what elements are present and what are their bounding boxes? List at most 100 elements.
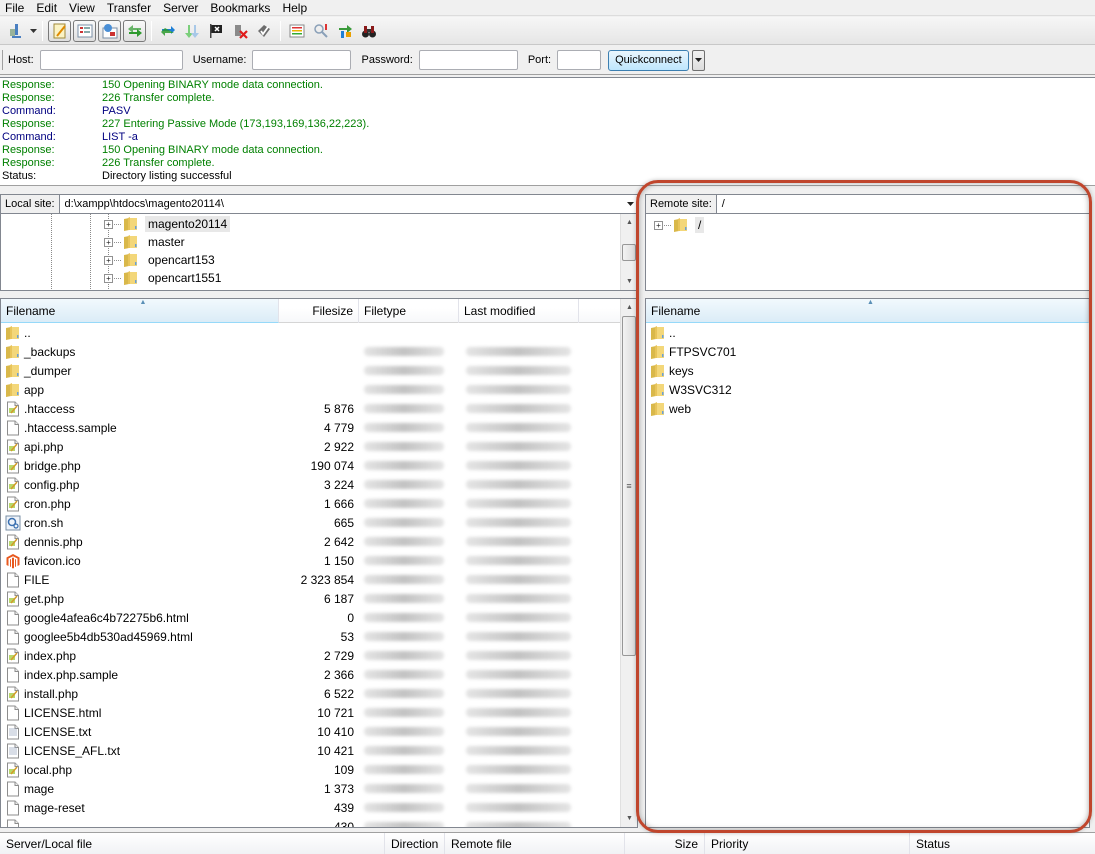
file-row[interactable]: mage-reset 439	[1, 798, 637, 817]
tree-node[interactable]: + magento20114	[104, 215, 231, 233]
tree-node[interactable]: + master	[104, 233, 188, 251]
file-row[interactable]: cron.sh 665	[1, 513, 637, 532]
quickconnect-button[interactable]: Quickconnect	[608, 49, 689, 71]
remote-tree[interactable]: + /	[645, 214, 1090, 291]
reconnect-button[interactable]	[253, 20, 275, 42]
tree-node[interactable]: + opencart1551	[104, 269, 224, 287]
site-manager-dropdown[interactable]	[28, 20, 38, 42]
queue-column-server-local-file[interactable]: Server/Local file	[0, 833, 385, 854]
disconnect-button[interactable]	[229, 20, 251, 42]
menu-transfer[interactable]: Transfer	[101, 0, 157, 16]
local-site-path[interactable]: d:\xampp\htdocs\magento20114\	[60, 198, 623, 210]
scroll-thumb[interactable]: ≡	[622, 316, 636, 656]
file-row[interactable]: ..	[1, 323, 637, 342]
folder-icon	[124, 253, 137, 267]
message-log[interactable]: Response: 150 Opening BINARY mode data co…	[0, 77, 1095, 186]
local-list-scrollbar[interactable]: ▲ ≡ ▼	[620, 299, 637, 827]
file-row[interactable]: .htaccess 5 876	[1, 399, 637, 418]
column-header-filename[interactable]: ▲ Filename	[646, 299, 1089, 323]
host-input[interactable]	[39, 50, 183, 70]
queue-column-remote-file[interactable]: Remote file	[445, 833, 625, 854]
file-row[interactable]: LICENSE.html 10 721	[1, 703, 637, 722]
scroll-down-arrow[interactable]: ▼	[621, 810, 637, 827]
scroll-thumb[interactable]	[622, 244, 636, 261]
scroll-up-arrow[interactable]: ▲	[621, 299, 637, 316]
menu-edit[interactable]: Edit	[30, 0, 63, 16]
file-row[interactable]: config.php 3 224	[1, 475, 637, 494]
queue-column-size[interactable]: Size	[625, 833, 705, 854]
file-row[interactable]: web	[646, 399, 1089, 418]
file-row[interactable]: dennis.php 2 642	[1, 532, 637, 551]
column-header-filename[interactable]: ▲ Filename	[1, 299, 279, 323]
search-remote-button[interactable]	[358, 20, 380, 42]
toggle-message-log-button[interactable]	[48, 19, 71, 42]
file-row[interactable]: favicon.ico 1 150	[1, 551, 637, 570]
file-row[interactable]: bridge.php 190 074	[1, 456, 637, 475]
tree-node[interactable]: + /	[654, 216, 705, 234]
file-row[interactable]: app	[1, 380, 637, 399]
directory-comparison-button[interactable]	[310, 20, 332, 42]
file-row[interactable]: 430	[1, 817, 637, 827]
cancel-operation-button[interactable]	[205, 20, 227, 42]
expand-icon[interactable]: +	[104, 237, 113, 247]
port-input[interactable]	[557, 50, 602, 70]
toggle-remote-tree-button[interactable]	[98, 19, 121, 42]
local-tree[interactable]: ▲ ▼ + magento20114 + master + opencart153 + ope…	[0, 214, 638, 291]
username-input[interactable]	[252, 50, 352, 70]
file-row[interactable]: ..	[646, 323, 1089, 342]
column-header-filesize[interactable]: Filesize	[279, 299, 359, 323]
file-row[interactable]: .htaccess.sample 4 779	[1, 418, 637, 437]
password-input[interactable]	[418, 50, 518, 70]
file-row[interactable]: W3SVC312	[646, 380, 1089, 399]
file-row[interactable]: FTPSVC701	[646, 342, 1089, 361]
synchronized-browsing-button[interactable]	[334, 20, 356, 42]
queue-column-priority[interactable]: Priority	[705, 833, 910, 854]
scroll-down-arrow[interactable]: ▼	[621, 273, 637, 290]
file-row[interactable]: _dumper	[1, 361, 637, 380]
refresh-button[interactable]	[157, 20, 179, 42]
file-row[interactable]: google4afea6c4b72275b6.html 0	[1, 608, 637, 627]
toggle-local-tree-button[interactable]	[73, 19, 96, 42]
file-row[interactable]: LICENSE.txt 10 410	[1, 722, 637, 741]
file-row[interactable]: index.php.sample 2 366	[1, 665, 637, 684]
remote-site-path[interactable]: /	[717, 198, 1089, 210]
column-header-filetype[interactable]: Filetype	[359, 299, 459, 323]
file-row[interactable]: local.php 109	[1, 760, 637, 779]
local-tree-scrollbar[interactable]: ▲ ▼	[620, 214, 637, 290]
expand-icon[interactable]: +	[104, 255, 113, 265]
remote-file-list[interactable]: ▲ Filename .. FTPSVC701 keys W3SVC312 web	[645, 298, 1090, 828]
process-queue-button[interactable]	[181, 20, 203, 42]
tree-node[interactable]: + opencart153	[104, 251, 218, 269]
file-row[interactable]: cron.php 1 666	[1, 494, 637, 513]
toggle-transfer-queue-button[interactable]	[123, 19, 146, 42]
file-row[interactable]: api.php 2 922	[1, 437, 637, 456]
toolbar-grip[interactable]	[2, 50, 4, 70]
file-row[interactable]: index.php 2 729	[1, 646, 637, 665]
file-row[interactable]: mage 1 373	[1, 779, 637, 798]
scroll-up-arrow[interactable]: ▲	[621, 214, 637, 231]
splitter[interactable]	[0, 187, 1095, 193]
menu-file[interactable]: File	[0, 0, 30, 16]
queue-column-direction[interactable]: Direction	[385, 833, 445, 854]
expand-icon[interactable]: +	[654, 220, 663, 230]
local-file-list[interactable]: ▲ Filename Filesize Filetype Last modifi…	[0, 298, 638, 828]
directory-filter-button[interactable]	[286, 20, 308, 42]
column-header-last-modified[interactable]: Last modified	[459, 299, 579, 323]
file-row[interactable]: _backups	[1, 342, 637, 361]
file-row[interactable]: keys	[646, 361, 1089, 380]
quickconnect-history-dropdown[interactable]	[691, 49, 705, 71]
file-row[interactable]: get.php 6 187	[1, 589, 637, 608]
menu-view[interactable]: View	[63, 0, 101, 16]
file-row[interactable]: install.php 6 522	[1, 684, 637, 703]
menu-help[interactable]: Help	[276, 0, 313, 16]
site-manager-button[interactable]	[5, 20, 27, 42]
expand-icon[interactable]: +	[104, 273, 113, 283]
file-row[interactable]: LICENSE_AFL.txt 10 421	[1, 741, 637, 760]
menu-bookmarks[interactable]: Bookmarks	[204, 0, 276, 16]
queue-column-status[interactable]: Status	[910, 833, 1095, 854]
menu-server[interactable]: Server	[157, 0, 204, 16]
file-row[interactable]: FILE 2 323 854	[1, 570, 637, 589]
local-site-dropdown[interactable]	[623, 195, 637, 213]
file-row[interactable]: googlee5b4db530ad45969.html 53	[1, 627, 637, 646]
expand-icon[interactable]: +	[104, 219, 113, 229]
